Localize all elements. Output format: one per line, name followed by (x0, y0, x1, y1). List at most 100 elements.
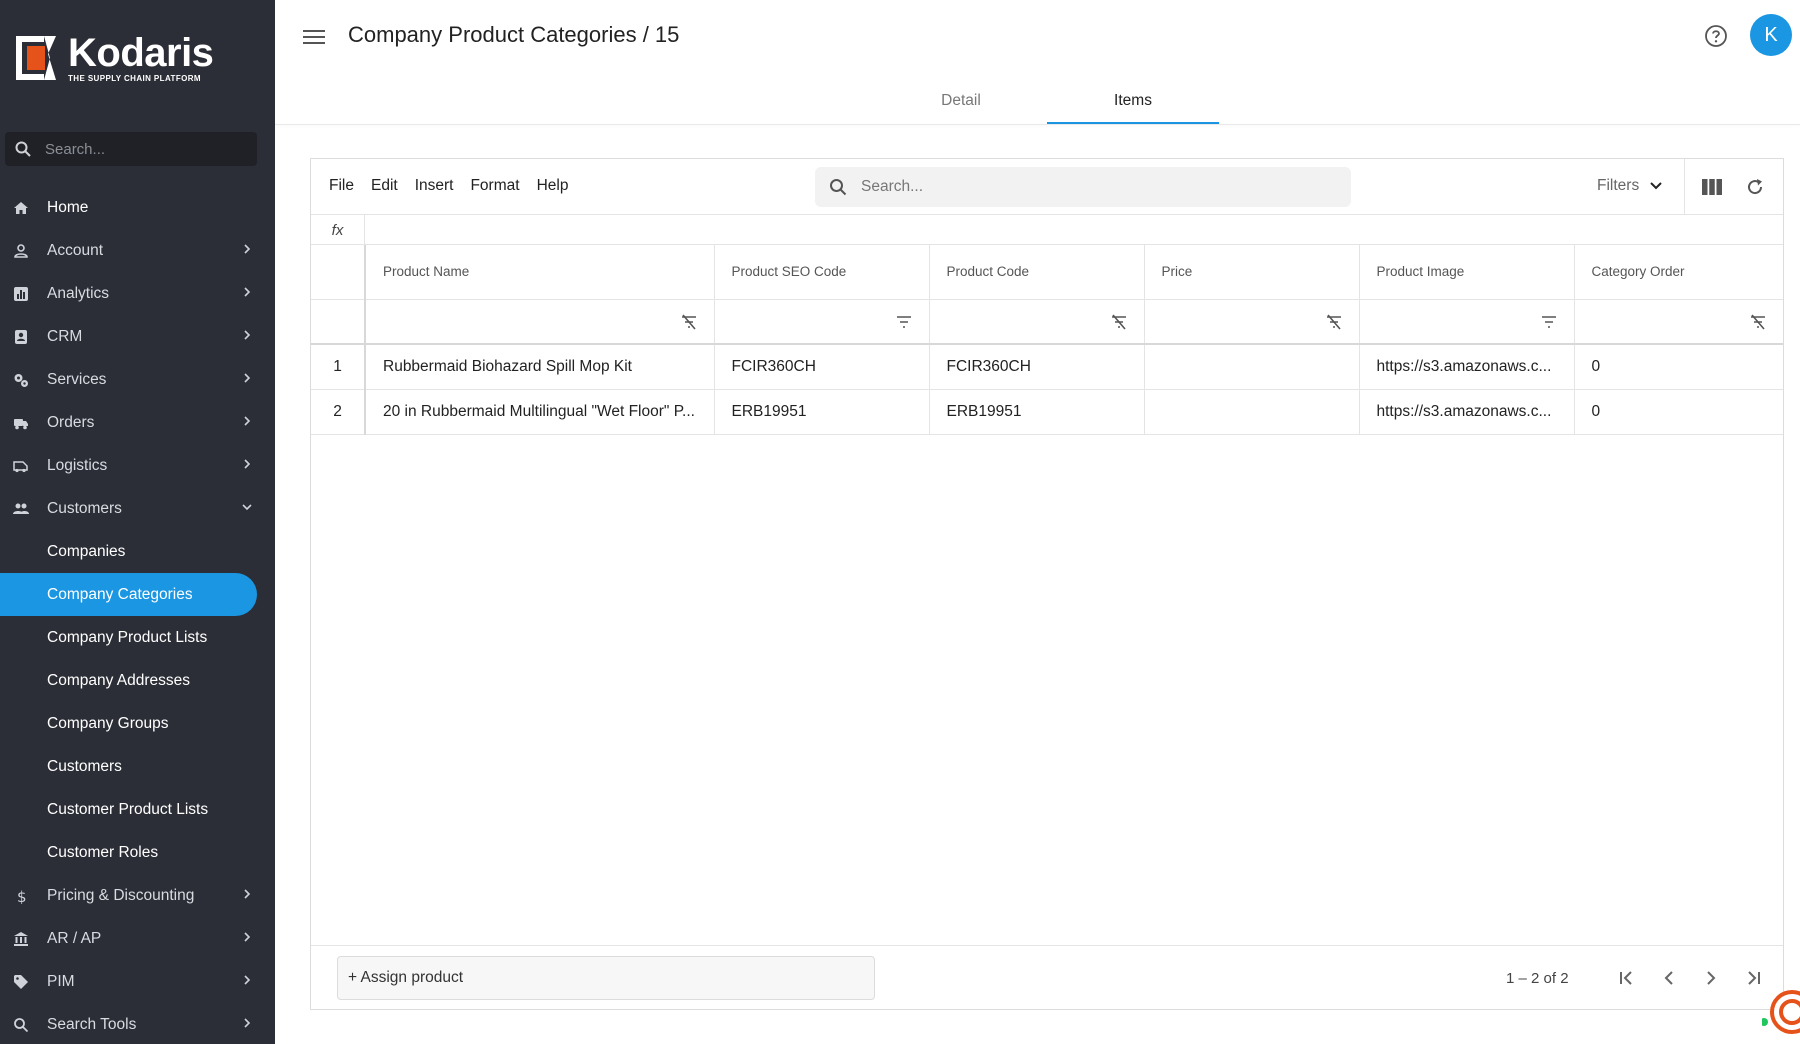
next-page-icon[interactable] (1701, 968, 1721, 988)
filter-off-icon[interactable] (1110, 313, 1128, 330)
sidebar-item-services[interactable]: Services (0, 358, 275, 401)
sidebar-subitem-customer-product-lists[interactable]: Customer Product Lists (0, 788, 275, 831)
sidebar-subitem-customers[interactable]: Customers (0, 745, 275, 788)
sidebar-item-orders[interactable]: Orders (0, 401, 275, 444)
tab-bar: Detail Items (875, 78, 1219, 124)
sidebar-item-analytics[interactable]: Analytics (0, 272, 275, 315)
refresh-icon[interactable] (1745, 177, 1765, 197)
chevron-right-icon (244, 459, 251, 469)
filter-cell-price[interactable] (1144, 299, 1360, 345)
sidebar-subitem-company-categories[interactable]: Company Categories (0, 573, 257, 616)
column-header-category-order[interactable]: Category Order (1574, 245, 1783, 300)
sidebar-item-label: Search Tools (47, 1015, 137, 1033)
filter-off-icon[interactable] (1325, 313, 1343, 330)
user-avatar[interactable]: K (1750, 14, 1792, 56)
table-row[interactable]: 1 Rubbermaid Biohazard Spill Mop Kit FCI… (311, 344, 1783, 390)
chevron-right-icon (244, 373, 251, 383)
sidebar-subitem-companies[interactable]: Companies (0, 530, 275, 573)
formula-bar[interactable]: fx (311, 215, 1783, 245)
svg-text:$: $ (17, 888, 27, 904)
chevron-right-icon (244, 287, 251, 297)
menu-toggle-button[interactable] (303, 28, 325, 46)
filter-cell-product-code[interactable] (929, 299, 1145, 345)
chevron-down-icon (1650, 182, 1662, 190)
cell-product-code[interactable]: FCIR360CH (929, 344, 1145, 390)
sidebar-item-ar-ap[interactable]: AR / AP (0, 917, 275, 960)
items-grid-panel: File Edit Insert Format Help Filters fx … (310, 158, 1784, 1010)
grid-menu-bar: File Edit Insert Format Help (329, 177, 585, 195)
row-number: 1 (311, 344, 366, 390)
column-header-product-code[interactable]: Product Code (929, 245, 1145, 300)
cell-product-code[interactable]: ERB19951 (929, 389, 1145, 435)
assign-product-button[interactable]: + Assign product (337, 956, 875, 1000)
sidebar-item-pricing[interactable]: $ Pricing & Discounting (0, 874, 275, 917)
filter-cell-product-image[interactable] (1359, 299, 1575, 345)
sidebar-nav: Home Account Analytics CRM Services Orde… (0, 186, 275, 1044)
tab-items[interactable]: Items (1047, 78, 1219, 124)
cell-product-image[interactable]: https://s3.amazonaws.c... (1359, 344, 1575, 390)
chat-widget-icon[interactable] (1762, 990, 1800, 1036)
cell-category-order[interactable]: 0 (1574, 389, 1783, 435)
column-header-price[interactable]: Price (1144, 245, 1360, 300)
menu-insert[interactable]: Insert (415, 177, 454, 195)
sidebar-item-label: Home (47, 198, 89, 216)
items-table: Product Name Product SEO Code Product Co… (311, 245, 1783, 435)
column-header-product-name[interactable]: Product Name (365, 245, 715, 300)
filter-cell-product-seo-code[interactable] (714, 299, 930, 345)
column-header-product-image[interactable]: Product Image (1359, 245, 1575, 300)
filter-icon[interactable] (1540, 314, 1558, 330)
bank-icon (14, 932, 28, 946)
sidebar-subitem-customer-roles[interactable]: Customer Roles (0, 831, 275, 874)
sidebar-item-label: Services (47, 370, 107, 388)
cell-category-order[interactable]: 0 (1574, 344, 1783, 390)
chevron-right-icon (244, 1018, 251, 1028)
sidebar-item-logistics[interactable]: Logistics (0, 444, 275, 487)
filter-off-icon[interactable] (1749, 313, 1767, 330)
cell-product-seo-code[interactable]: ERB19951 (714, 389, 930, 435)
header-divider (275, 124, 1800, 125)
grid-toolbar: File Edit Insert Format Help Filters (311, 159, 1783, 215)
menu-edit[interactable]: Edit (371, 177, 398, 195)
first-page-icon[interactable] (1617, 968, 1637, 988)
kodaris-logo[interactable]: Kodaris THE SUPPLY CHAIN PLATFORM (14, 32, 214, 84)
menu-file[interactable]: File (329, 177, 354, 195)
sidebar-item-search-tools[interactable]: Search Tools (0, 1003, 275, 1044)
columns-icon[interactable] (1701, 177, 1723, 197)
cell-product-seo-code[interactable]: FCIR360CH (714, 344, 930, 390)
last-page-icon[interactable] (1743, 968, 1763, 988)
sidebar-subitem-company-product-lists[interactable]: Company Product Lists (0, 616, 275, 659)
help-button[interactable] (1704, 24, 1728, 48)
sidebar-subitem-company-groups[interactable]: Company Groups (0, 702, 275, 745)
cell-product-name[interactable]: Rubbermaid Biohazard Spill Mop Kit (365, 344, 715, 390)
cell-product-name[interactable]: 20 in Rubbermaid Multilingual "Wet Floor… (365, 389, 715, 435)
menu-format[interactable]: Format (470, 177, 519, 195)
table-row[interactable]: 2 20 in Rubbermaid Multilingual "Wet Flo… (311, 389, 1783, 435)
filter-row-number-cell (311, 299, 366, 345)
sidebar-search (5, 132, 257, 166)
sidebar-item-crm[interactable]: CRM (0, 315, 275, 358)
cell-price[interactable] (1144, 389, 1360, 435)
formula-label: fx (311, 215, 365, 245)
grid-search-input[interactable] (861, 178, 1341, 196)
sidebar-item-label: Logistics (47, 456, 108, 474)
previous-page-icon[interactable] (1659, 968, 1679, 988)
sidebar-item-pim[interactable]: PIM (0, 960, 275, 1003)
sidebar-subitem-company-addresses[interactable]: Company Addresses (0, 659, 275, 702)
grid-search (815, 167, 1351, 207)
sidebar-item-label: Analytics (47, 284, 110, 302)
filter-off-icon[interactable] (680, 313, 698, 330)
column-header-product-seo-code[interactable]: Product SEO Code (714, 245, 930, 300)
filter-cell-product-name[interactable] (365, 299, 715, 345)
sidebar-item-home[interactable]: Home (0, 186, 275, 229)
sidebar-item-account[interactable]: Account (0, 229, 275, 272)
filter-icon[interactable] (895, 314, 913, 330)
filters-dropdown[interactable]: Filters (1597, 177, 1663, 195)
chevron-right-icon (244, 889, 251, 899)
filter-cell-category-order[interactable] (1574, 299, 1783, 345)
cell-product-image[interactable]: https://s3.amazonaws.c... (1359, 389, 1575, 435)
sidebar-search-input[interactable] (45, 140, 245, 158)
sidebar-item-customers[interactable]: Customers (0, 487, 275, 530)
tab-detail[interactable]: Detail (875, 78, 1047, 124)
cell-price[interactable] (1144, 344, 1360, 390)
menu-help[interactable]: Help (537, 177, 569, 195)
